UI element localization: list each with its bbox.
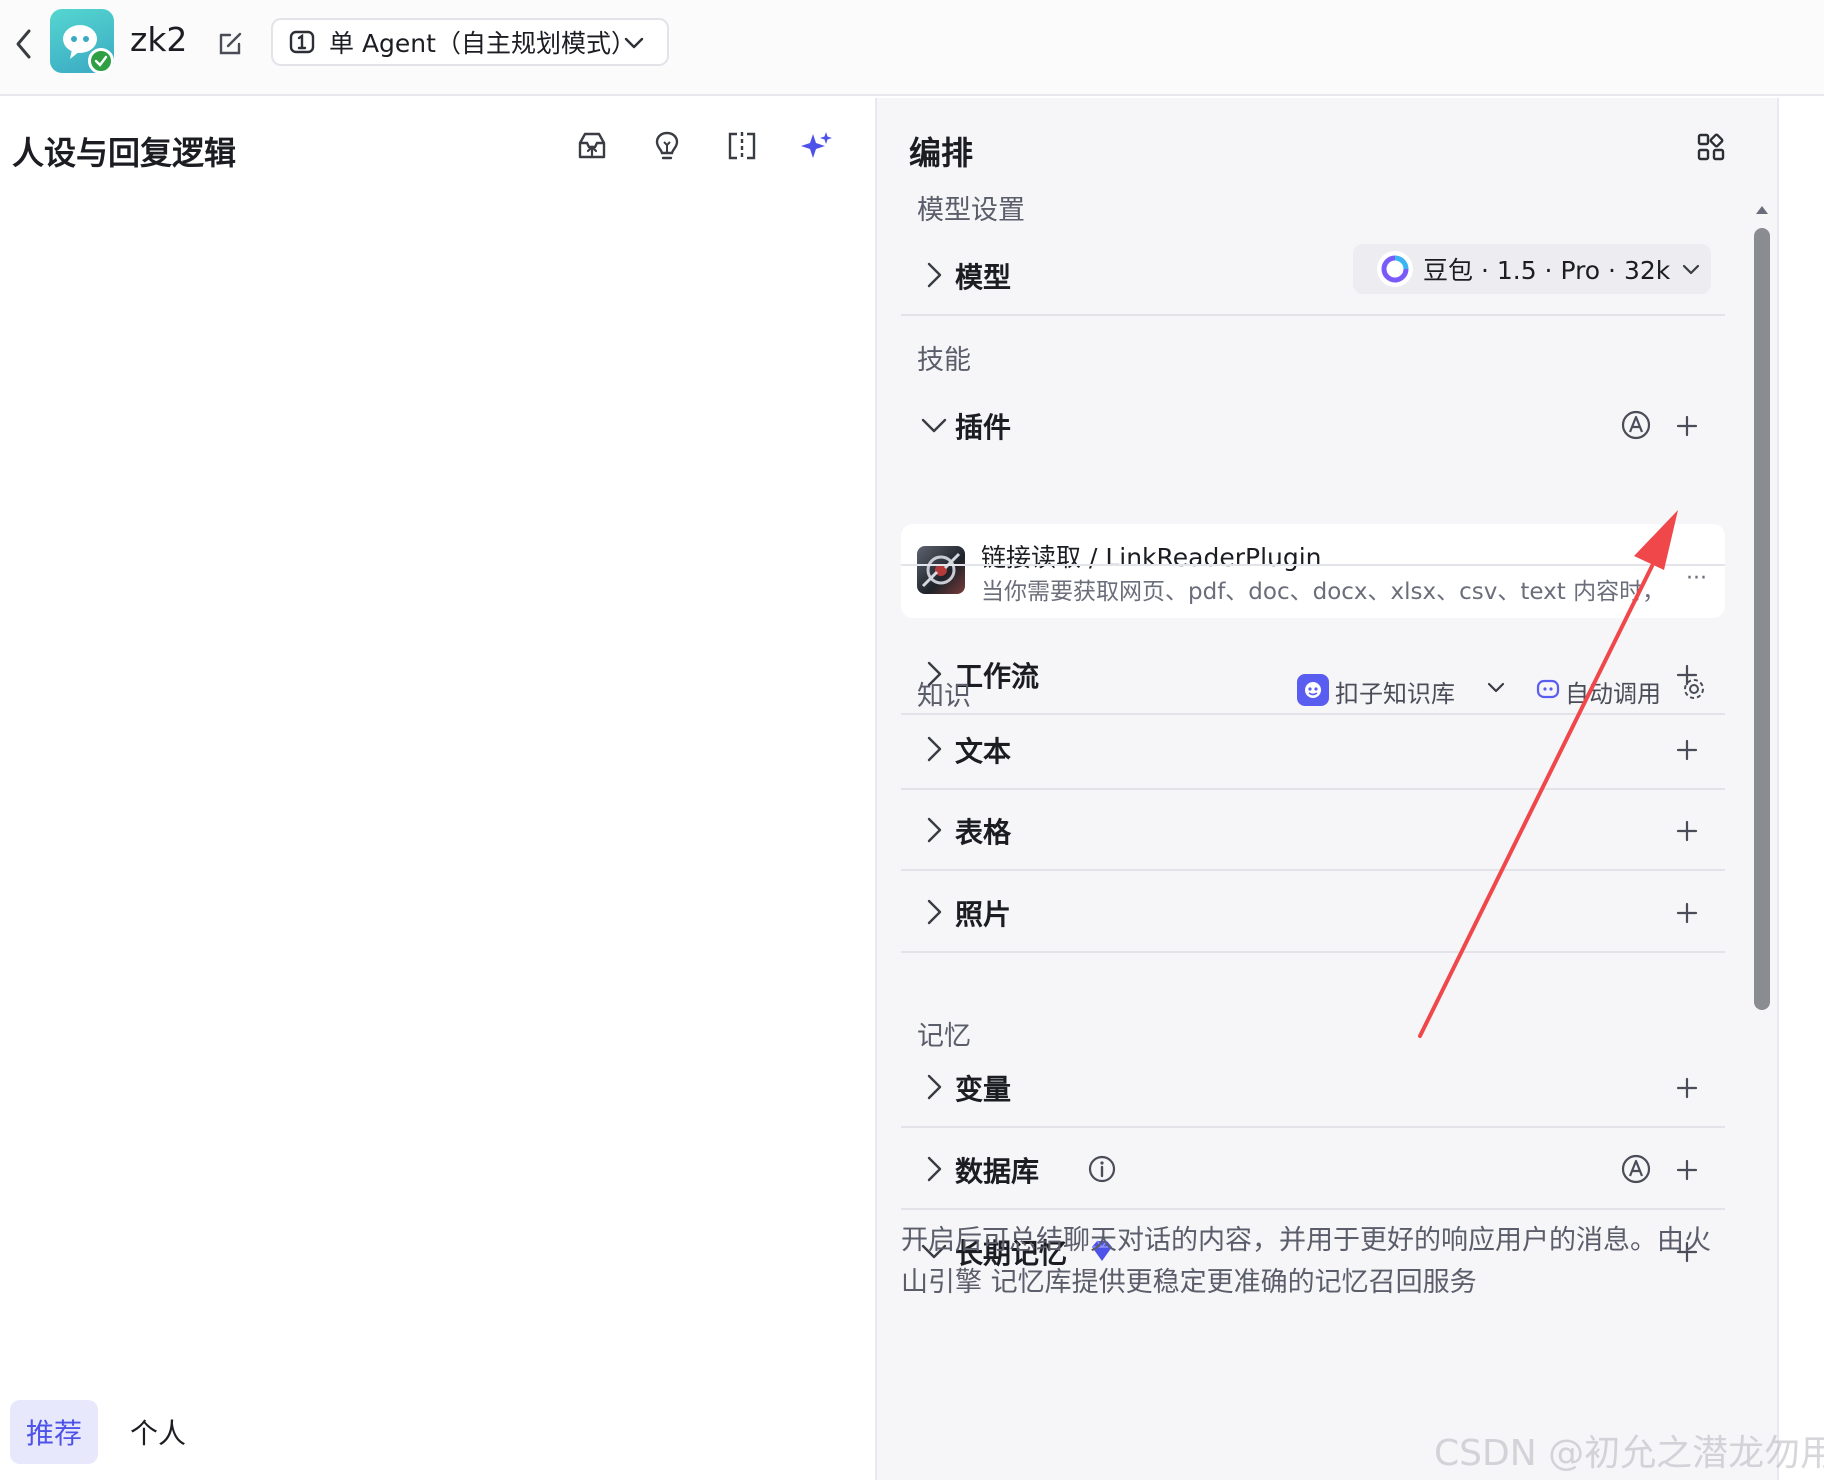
plugin-card[interactable]: 链接读取 / LinkReaderPlugin 当你需要获取网页、pdf、doc… xyxy=(901,524,1725,618)
published-check-icon xyxy=(88,48,114,74)
plugin-row[interactable]: 插件 xyxy=(901,386,1725,466)
info-icon[interactable] xyxy=(1087,1154,1117,1184)
plugin-row-label: 插件 xyxy=(955,411,1012,444)
bot-name: zk2 xyxy=(130,20,188,59)
chevron-right-icon[interactable] xyxy=(917,895,951,929)
orchestration-panel: 编排 模型设置 模型 豆包 · 1.5 · Pro · 32k 技能 插件 链接… xyxy=(877,98,1777,1480)
grid-icon[interactable] xyxy=(1694,130,1728,164)
plugin-more-button[interactable]: ··· xyxy=(1686,566,1707,591)
table-knowledge-row[interactable]: 表格 xyxy=(901,791,1725,871)
database-row-label: 数据库 xyxy=(955,1155,1040,1188)
plus-icon[interactable] xyxy=(1671,734,1703,766)
chevron-right-icon[interactable] xyxy=(917,258,951,292)
scrollbar-thumb[interactable] xyxy=(1754,228,1770,1010)
plus-icon[interactable] xyxy=(1671,897,1703,929)
plugin-thumbnail xyxy=(917,546,965,594)
section-knowledge: 知识 xyxy=(917,681,971,712)
database-row[interactable]: 数据库 xyxy=(901,1130,1725,1210)
publish-icon[interactable] xyxy=(572,126,612,166)
photo-knowledge-row[interactable]: 照片 xyxy=(901,873,1725,953)
chevron-right-icon[interactable] xyxy=(917,813,951,847)
split-view-icon[interactable] xyxy=(722,126,762,166)
scroll-up-arrow-icon[interactable] xyxy=(1756,204,1768,216)
chevron-down-icon[interactable] xyxy=(917,408,951,442)
chevron-down-icon xyxy=(624,37,644,49)
photo-row-label: 照片 xyxy=(955,898,1012,931)
chevron-right-icon[interactable] xyxy=(917,1152,951,1186)
tab-recommended[interactable]: 推荐 xyxy=(10,1400,98,1464)
tab-personal[interactable]: 个人 xyxy=(118,1400,198,1464)
plus-icon[interactable] xyxy=(1671,1072,1703,1104)
table-row-label: 表格 xyxy=(955,816,1012,849)
orchestration-title: 编排 xyxy=(909,134,974,172)
text-row-label: 文本 xyxy=(955,735,1012,768)
gear-icon[interactable] xyxy=(1681,676,1707,702)
model-row-label: 模型 xyxy=(955,261,1012,294)
agent-mode-icon xyxy=(289,30,315,54)
auto-call-icon xyxy=(1536,679,1560,699)
text-knowledge-row[interactable]: 文本 xyxy=(901,710,1725,790)
chevron-down-icon xyxy=(1683,264,1700,275)
plus-icon[interactable] xyxy=(1671,815,1703,847)
sparkle-icon[interactable] xyxy=(797,126,837,166)
chevron-down-icon[interactable] xyxy=(1485,676,1507,698)
ltm-description: 开启后可总结聊天对话的内容，并用于更好的响应用户的消息。由火山引擎 记忆库提供更… xyxy=(901,1225,1711,1298)
agent-mode-label: 单 Agent（自主规划模式） xyxy=(329,29,636,58)
plus-icon[interactable] xyxy=(1671,410,1703,442)
doubao-logo-icon xyxy=(1377,251,1413,287)
edit-icon[interactable] xyxy=(213,26,247,60)
model-row[interactable]: 模型 豆包 · 1.5 · Pro · 32k xyxy=(901,236,1725,316)
bulb-icon[interactable] xyxy=(647,126,687,166)
plugin-name: 链接读取 / LinkReaderPlugin xyxy=(981,543,1322,572)
section-skills: 技能 xyxy=(917,345,971,376)
knowledge-base-logo-icon xyxy=(1297,674,1329,706)
auto-a-icon[interactable] xyxy=(1619,408,1653,442)
chevron-right-icon[interactable] xyxy=(917,1070,951,1104)
variable-row-label: 变量 xyxy=(955,1073,1012,1106)
model-select[interactable]: 豆包 · 1.5 · Pro · 32k xyxy=(1353,244,1711,294)
knowledge-controls: 扣子知识库 自动调用 xyxy=(1297,672,1737,712)
plus-icon[interactable] xyxy=(1671,1154,1703,1186)
knowledge-base-select[interactable]: 扣子知识库 xyxy=(1335,674,1455,709)
chevron-right-icon[interactable] xyxy=(917,732,951,766)
persona-panel: 人设与回复逻辑 推荐 个人 xyxy=(0,98,876,1480)
auto-a-icon[interactable] xyxy=(1619,1152,1653,1186)
watermark: CSDN @初允之潜龙勿用 xyxy=(1434,1433,1824,1474)
chevron-left-icon[interactable] xyxy=(6,26,42,62)
top-bar: zk2 单 Agent（自主规划模式） xyxy=(0,0,1824,96)
plugin-description: 当你需要获取网页、pdf、doc、docx、xlsx、csv、text 内容时， xyxy=(981,579,1666,605)
persona-title: 人设与回复逻辑 xyxy=(12,134,237,172)
right-gutter xyxy=(1779,98,1824,1480)
variable-row[interactable]: 变量 xyxy=(901,1048,1725,1128)
divider xyxy=(901,564,1725,566)
agent-mode-select[interactable]: 单 Agent（自主规划模式） xyxy=(271,18,669,66)
model-value: 豆包 · 1.5 · Pro · 32k xyxy=(1423,256,1671,285)
section-model-settings: 模型设置 xyxy=(917,195,1025,226)
auto-call-label[interactable]: 自动调用 xyxy=(1565,674,1661,709)
